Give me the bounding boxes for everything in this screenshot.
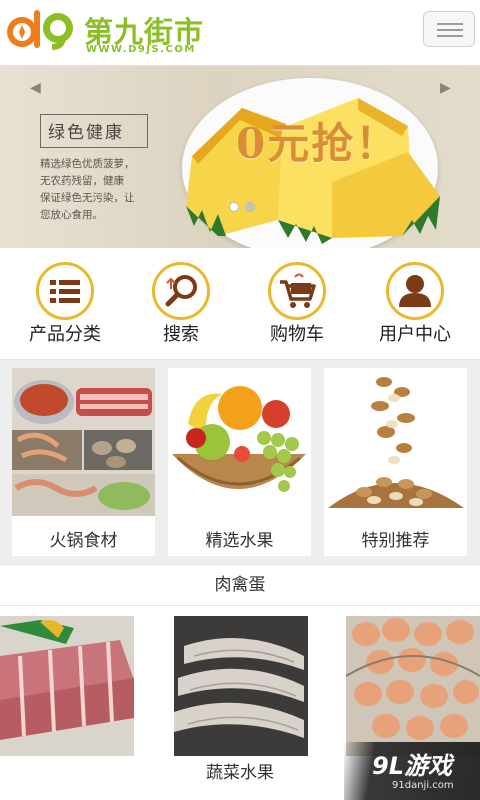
shrimp-image[interactable]: [174, 616, 308, 756]
nav-product-categories[interactable]: 产品分类: [10, 262, 120, 352]
logo-mark-icon: [7, 10, 73, 50]
search-icon-glyph: [165, 275, 197, 307]
banner-line: 保证绿色无污染，让: [40, 192, 135, 204]
category-card-recommended[interactable]: 特别推荐: [324, 368, 467, 556]
watermark-url: 91danji.com: [392, 780, 454, 791]
user-icon-glyph: [399, 275, 431, 307]
promo-banner[interactable]: ◀ ▶ 绿色健康 精选绿色优质菠萝， 无农药残留，健康 保证绿色无污染，让 您放…: [0, 66, 480, 248]
nav-search[interactable]: 搜索: [126, 262, 236, 352]
cart-icon: [268, 262, 326, 320]
logo-url: WWW.D9JS.COM: [86, 44, 196, 55]
slide-indicator-active[interactable]: [229, 202, 239, 212]
list-icon-glyph: [50, 280, 80, 303]
app-header: 第九街市 WWW.D9JS.COM: [0, 0, 480, 66]
menu-bar: [437, 29, 463, 31]
prev-slide-icon[interactable]: ◀: [30, 80, 41, 96]
category-label: 精选水果: [205, 531, 274, 551]
quick-nav: 产品分类 搜索 购物车 用户中心: [0, 248, 480, 360]
nav-label: 用户中心: [379, 324, 451, 345]
search-icon: [152, 262, 210, 320]
menu-bar: [437, 35, 463, 37]
category-cards: 火锅食材 精选水果 特别推荐: [0, 360, 480, 564]
hotpot-ingredients-image: [12, 368, 155, 516]
banner-line: 您放心食用。: [40, 209, 103, 221]
banner-heading: 绿色健康: [48, 123, 124, 143]
cart-icon-glyph: [280, 273, 316, 308]
watermark-logo: 9L游戏: [372, 752, 452, 780]
logo[interactable]: 第九街市 WWW.D9JS.COM: [6, 8, 216, 56]
pork-ribs-image[interactable]: [0, 616, 134, 756]
banner-line: 无农药残留，健康: [40, 175, 124, 187]
banner-line: 精选绿色优质菠萝，: [40, 158, 135, 170]
nav-cart[interactable]: 购物车: [242, 262, 352, 352]
nav-user-center[interactable]: 用户中心: [360, 262, 470, 352]
list-icon: [36, 262, 94, 320]
eggs-image[interactable]: [346, 616, 480, 756]
category-card-hotpot[interactable]: 火锅食材: [12, 368, 155, 556]
section-title-meat[interactable]: 肉禽蛋: [0, 564, 480, 606]
category-label: 火锅食材: [49, 531, 118, 551]
nav-label: 产品分类: [29, 324, 101, 345]
nuts-image: [324, 368, 467, 516]
nav-label: 购物车: [270, 324, 324, 345]
category-card-fruit[interactable]: 精选水果: [168, 368, 311, 556]
hamburger-menu-icon[interactable]: [423, 11, 475, 47]
slide-indicator[interactable]: [245, 202, 255, 212]
fruit-basket-image: [168, 368, 311, 516]
nav-label: 搜索: [163, 324, 199, 345]
user-icon: [386, 262, 444, 320]
promo-text: 0元抢！: [236, 119, 400, 168]
category-label: 特别推荐: [361, 531, 430, 551]
menu-bar: [437, 23, 463, 25]
